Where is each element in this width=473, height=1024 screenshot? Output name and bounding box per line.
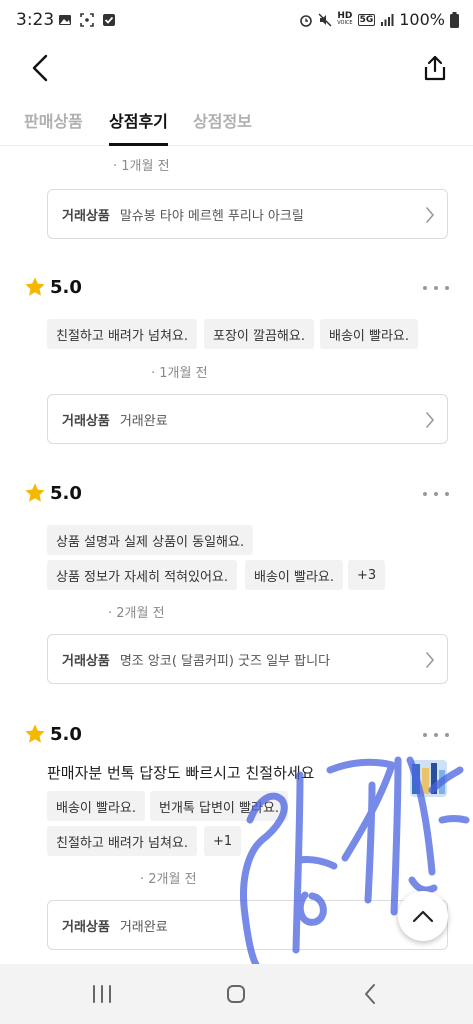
hd-label: HD	[337, 10, 353, 21]
review-rating: 5.0	[24, 482, 82, 504]
rating-score: 5.0	[50, 723, 82, 745]
product-name: 거래완료	[119, 413, 168, 429]
review-tag: 상품 정보가 자세히 적혀있어요.	[47, 560, 238, 590]
signal-icon	[381, 13, 394, 26]
rating-score: 5.0	[50, 276, 82, 298]
review-rating: 5.0	[24, 276, 82, 298]
share-button[interactable]	[417, 50, 453, 86]
more-icon	[423, 286, 427, 290]
checkbox-icon	[103, 14, 115, 26]
recent-apps-icon	[93, 985, 111, 1003]
hd-voice-icon: HD VOICE	[337, 10, 353, 27]
review-tag-more[interactable]: +1	[204, 826, 242, 856]
recent-apps-button[interactable]	[84, 978, 120, 1010]
image-icon	[59, 15, 71, 25]
product-link[interactable]: 거래상품 말슈봉 타야 메르헨 푸리나 아크릴	[47, 189, 448, 239]
chevron-up-icon	[412, 910, 434, 923]
chevron-right-icon	[426, 652, 435, 668]
more-options-button[interactable]	[423, 484, 449, 504]
chevron-right-icon	[426, 207, 435, 223]
home-button[interactable]	[218, 978, 254, 1010]
mute-icon	[318, 12, 332, 27]
product-name: 거래완료	[119, 919, 168, 935]
review-photo-image	[410, 760, 447, 797]
screenshot-icon	[80, 13, 94, 27]
voice-label: VOICE	[337, 19, 353, 26]
product-label: 거래상품	[62, 919, 110, 935]
review-date: · 2개월 전	[140, 872, 197, 887]
battery-text: 100%	[399, 10, 445, 29]
chevron-left-icon	[32, 54, 48, 82]
star-icon	[25, 483, 45, 502]
status-bar: 3:23 HD VOICE 5G 100%	[0, 0, 473, 44]
review-tag: 친절하고 배려가 넘쳐요.	[47, 319, 197, 349]
review-list[interactable]: · 1개월 전 거래상품 말슈봉 타야 메르헨 푸리나 아크릴 5.0 친절하고…	[0, 146, 473, 964]
scroll-to-top-button[interactable]	[398, 891, 448, 941]
review-date-text: 1개월 전	[121, 159, 170, 174]
product-label: 거래상품	[62, 653, 110, 669]
5g-icon: 5G	[357, 13, 376, 26]
product-name: 명조 앙코( 달콤커피) 굿즈 일부 팝니다	[119, 653, 331, 669]
tab-reviews[interactable]: 상점후기	[109, 108, 168, 146]
review-date: · 2개월 전	[108, 606, 165, 621]
chevron-right-icon	[426, 412, 435, 428]
rating-score: 5.0	[50, 482, 82, 504]
review-date-text: 2개월 전	[148, 872, 197, 887]
back-icon	[365, 984, 375, 1004]
product-name: 말슈봉 타야 메르헨 푸리나 아크릴	[119, 208, 304, 224]
review-date: · 1개월 전	[151, 366, 208, 381]
more-icon	[423, 492, 427, 496]
tab-shop-info[interactable]: 상점정보	[193, 108, 252, 146]
battery-icon	[450, 11, 459, 28]
review-tag: 배송이 빨라요.	[320, 319, 419, 349]
review-tag: 포장이 깔끔해요.	[204, 319, 314, 349]
review-date: · 1개월 전	[113, 159, 170, 174]
review-tag-more[interactable]: +3	[348, 560, 386, 590]
review-text: 판매자분 번톡 답장도 빠르시고 친절하세요	[47, 764, 315, 782]
share-icon	[424, 55, 446, 81]
review-date-text: 2개월 전	[116, 606, 165, 621]
tab-bar: 판매상품 상점후기 상점정보	[0, 98, 473, 146]
more-icon	[423, 733, 427, 737]
back-button[interactable]	[22, 50, 58, 86]
product-link[interactable]: 거래상품 거래완료	[47, 900, 448, 950]
star-icon	[25, 277, 45, 296]
status-time: 3:23	[16, 10, 55, 30]
home-icon	[227, 985, 245, 1003]
review-date-text: 1개월 전	[159, 366, 208, 381]
more-options-button[interactable]	[423, 278, 449, 298]
more-options-button[interactable]	[423, 725, 449, 745]
product-link[interactable]: 거래상품 거래완료	[47, 394, 448, 444]
review-photo[interactable]	[410, 760, 447, 797]
review-rating: 5.0	[24, 723, 82, 745]
review-tag: 배송이 빨라요.	[47, 791, 146, 821]
star-icon	[25, 724, 45, 743]
system-back-button[interactable]	[352, 978, 388, 1010]
system-nav-bar	[0, 964, 473, 1024]
review-tag: 상품 설명과 실제 상품이 동일해요.	[47, 525, 254, 555]
product-link[interactable]: 거래상품 명조 앙코( 달콤커피) 굿즈 일부 팝니다	[47, 634, 448, 684]
tab-products[interactable]: 판매상품	[24, 108, 83, 146]
review-tag: 번개톡 답변이 빨라요.	[150, 791, 289, 821]
review-tag: 친절하고 배려가 넘쳐요.	[47, 826, 197, 856]
alarm-icon	[300, 14, 312, 27]
review-tag: 배송이 빨라요.	[245, 560, 344, 590]
product-label: 거래상품	[62, 413, 110, 429]
app-header	[0, 44, 473, 92]
product-label: 거래상품	[62, 208, 110, 224]
